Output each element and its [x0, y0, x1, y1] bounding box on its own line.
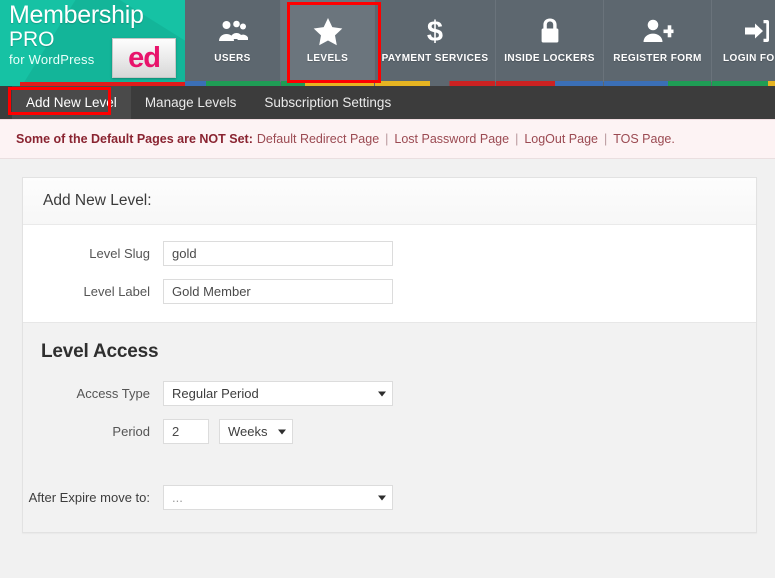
notice-link-tos-page[interactable]: TOS Page. — [613, 132, 675, 146]
main-nav: USERS LEVELS $ PAYMENT SERVICES INSIDE L… — [185, 0, 775, 86]
period-unit-select-wrapper[interactable]: Weeks — [219, 419, 293, 444]
nav-item-payment-services[interactable]: $ PAYMENT SERVICES — [375, 0, 496, 86]
access-type-label: Access Type — [76, 386, 150, 401]
access-type-select[interactable]: Regular Period — [163, 381, 393, 406]
tab-manage-levels[interactable]: Manage Levels — [131, 86, 251, 119]
tab-add-new-level[interactable]: Add New Level — [12, 86, 131, 119]
after-expire-select-wrapper[interactable]: ... — [163, 485, 393, 510]
notice-link-default-redirect-page[interactable]: Default Redirect Page — [257, 132, 379, 146]
top-header: Membership PRO for WordPress ed USERS LE… — [0, 0, 775, 86]
form-row-period: Period Weeks — [23, 419, 756, 444]
brand-bottom-stripe — [20, 82, 185, 86]
lock-icon — [538, 14, 562, 48]
nav-item-login-form[interactable]: LOGIN FORM — [712, 0, 775, 86]
panel-title: Add New Level: — [43, 192, 152, 209]
notice-link-lost-password-page[interactable]: Lost Password Page — [394, 132, 509, 146]
after-expire-select[interactable]: ... — [163, 485, 393, 510]
level-slug-input[interactable] — [163, 241, 393, 266]
nav-item-users[interactable]: USERS — [185, 0, 281, 86]
form-row-level-slug: Level Slug — [23, 241, 756, 266]
level-slug-label: Level Slug — [89, 246, 150, 261]
after-expire-label: After Expire move to: — [28, 490, 150, 505]
content-area: Add New Level: Level Slug Level Label Le… — [0, 159, 775, 574]
star-icon — [313, 14, 343, 48]
users-icon — [218, 14, 248, 48]
brand-line-1: Membership — [9, 1, 144, 29]
period-unit-select[interactable]: Weeks — [219, 419, 293, 444]
panel-header: Add New Level: — [23, 178, 756, 225]
notice-separator-3: | — [603, 132, 608, 146]
nav-item-inside-lockers-label: INSIDE LOCKERS — [504, 53, 595, 64]
level-label-label: Level Label — [83, 284, 151, 299]
tab-subscription-settings[interactable]: Subscription Settings — [250, 86, 405, 119]
brand-badge: ed — [112, 38, 176, 78]
nav-item-users-label: USERS — [214, 53, 251, 64]
add-new-level-panel: Add New Level: Level Slug Level Label Le… — [22, 177, 757, 533]
form-row-access-type: Access Type Regular Period — [23, 381, 756, 406]
notice-strong-text: Some of the Default Pages are NOT Set: — [16, 132, 253, 146]
notice-link-logout-page[interactable]: LogOut Page — [524, 132, 598, 146]
user-plus-icon — [642, 14, 674, 48]
brand-logo-block: Membership PRO for WordPress ed — [0, 0, 185, 86]
form-row-level-label: Level Label — [23, 279, 756, 304]
period-input[interactable] — [163, 419, 209, 444]
nav-item-login-form-label: LOGIN FORM — [723, 53, 775, 64]
notice-separator-1: | — [385, 132, 389, 146]
default-pages-notice: Some of the Default Pages are NOT Set: D… — [0, 119, 775, 159]
nav-item-register-form[interactable]: REGISTER FORM — [604, 0, 712, 86]
nav-item-payment-services-label: PAYMENT SERVICES — [381, 53, 489, 64]
access-type-select-wrapper[interactable]: Regular Period — [163, 381, 393, 406]
nav-item-register-form-label: REGISTER FORM — [613, 53, 702, 64]
nav-item-levels[interactable]: LEVELS — [281, 0, 375, 86]
level-access-section-title: Level Access — [41, 341, 159, 362]
panel-level-access: Level Access Access Type Regular Period … — [23, 322, 756, 532]
login-arrow-icon — [743, 14, 771, 48]
form-row-after-expire: After Expire move to: ... — [23, 485, 756, 510]
brand-badge-label: ed — [128, 41, 161, 74]
nav-item-inside-lockers[interactable]: INSIDE LOCKERS — [496, 0, 604, 86]
level-label-input[interactable] — [163, 279, 393, 304]
dollar-icon: $ — [424, 14, 446, 48]
panel-basic-fields: Level Slug Level Label — [23, 225, 756, 322]
notice-separator-2: | — [515, 132, 519, 146]
svg-text:$: $ — [427, 16, 443, 46]
nav-item-levels-label: LEVELS — [306, 53, 349, 64]
period-label: Period — [112, 424, 150, 439]
sub-nav: Add New Level Manage Levels Subscription… — [0, 86, 775, 119]
